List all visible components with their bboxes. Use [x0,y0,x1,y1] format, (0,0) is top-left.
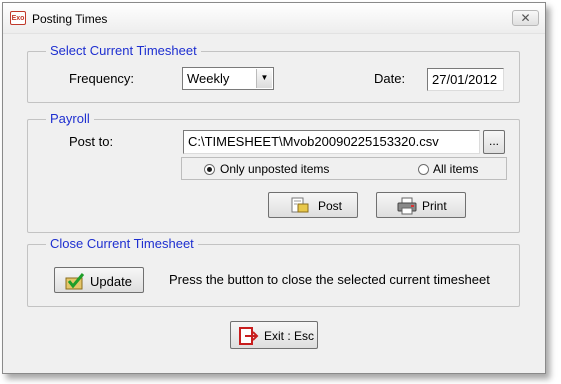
title-bar: Exo Posting Times ✕ [3,3,545,34]
close-timesheet-title: Close Current Timesheet [46,236,198,252]
frequency-select[interactable]: Weekly ▼ [182,67,274,90]
post-to-label: Post to: [69,134,114,149]
printer-icon [397,197,417,218]
post-button-label: Post [318,199,343,213]
exit-button[interactable]: Exit : Esc [230,321,318,349]
payroll-title: Payroll [46,111,94,127]
browse-label: ... [489,134,500,148]
payroll-group: Payroll Post to: C:\TIMESHEET\Mvob200902… [27,111,520,233]
exit-button-label: Exit : Esc [264,329,315,343]
post-options-panel: Only unposted items All items [181,157,507,180]
print-button[interactable]: Print [376,192,466,218]
close-button[interactable]: ✕ [512,10,539,26]
browse-button[interactable]: ... [483,130,505,154]
post-document-icon [290,197,310,218]
app-icon: Exo [10,11,26,25]
select-timesheet-title: Select Current Timesheet [46,43,201,59]
post-to-path-field[interactable]: C:\TIMESHEET\Mvob20090225153320.csv [183,130,480,154]
print-button-label: Print [422,199,447,213]
window-title: Posting Times [32,12,108,26]
update-button[interactable]: Update [54,267,144,293]
select-timesheet-group: Select Current Timesheet Frequency: Week… [27,43,520,103]
chevron-down-icon[interactable]: ▼ [256,69,272,88]
only-unposted-radio[interactable] [204,164,215,175]
frequency-value: Weekly [187,71,230,86]
posting-times-window: Exo Posting Times ✕ Select Current Times… [2,2,546,374]
all-items-radio[interactable] [418,164,429,175]
update-button-label: Update [90,274,132,289]
checkmark-box-icon [65,272,85,293]
close-timesheet-group: Close Current Timesheet Update Press the… [27,236,520,307]
date-label: Date: [374,71,406,86]
frequency-label: Frequency: [69,71,135,86]
post-button[interactable]: Post [268,192,358,218]
date-field[interactable]: 27/01/2012 [427,68,504,91]
close-timesheet-description: Press the button to close the selected c… [169,272,490,287]
exit-door-icon [239,327,259,348]
all-items-label[interactable]: All items [433,162,478,176]
only-unposted-label[interactable]: Only unposted items [220,162,329,176]
